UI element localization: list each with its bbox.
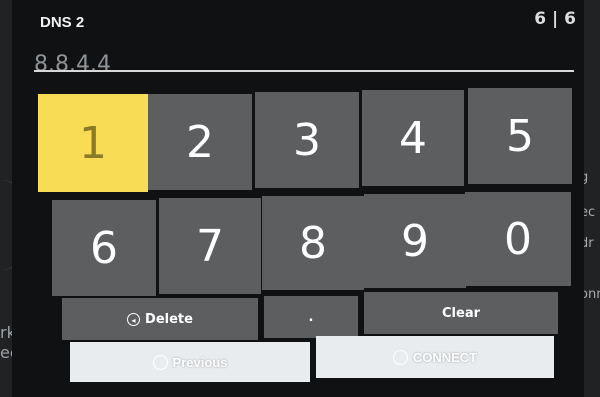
connect-icon xyxy=(392,349,408,365)
previous-label: Previous xyxy=(172,354,228,370)
delete-label: Delete xyxy=(145,311,193,327)
key-8[interactable]: 8 xyxy=(262,196,364,290)
key-1[interactable]: 1 xyxy=(38,94,148,192)
key-4[interactable]: 4 xyxy=(362,90,464,186)
key-5[interactable]: 5 xyxy=(468,88,572,184)
key-9[interactable]: 9 xyxy=(364,194,466,288)
previous-button[interactable]: Previous xyxy=(70,342,310,382)
key-dot[interactable]: . xyxy=(264,296,358,338)
key-3[interactable]: 3 xyxy=(255,92,359,188)
delete-icon: ◂ xyxy=(127,312,141,326)
connect-button[interactable]: CONNECT xyxy=(316,336,554,378)
connect-label: CONNECT xyxy=(412,349,478,365)
key-2[interactable]: 2 xyxy=(148,94,252,190)
key-0[interactable]: 0 xyxy=(465,192,571,286)
dns-entry-dialog: DNS 2 6 | 6 8.8.4.4 1 2 3 4 5 6 7 8 9 0 … xyxy=(12,0,584,397)
dialog-title: DNS 2 xyxy=(40,14,85,31)
input-underline xyxy=(34,70,574,72)
clear-button[interactable]: Clear xyxy=(364,292,558,334)
page-counter: 6 | 6 xyxy=(534,9,576,29)
screen: rk ected) g ec dr onn DNS 2 6 | 6 8.8.4.… xyxy=(0,0,600,397)
key-6[interactable]: 6 xyxy=(52,200,156,296)
previous-icon xyxy=(152,354,168,370)
delete-button[interactable]: ◂ Delete xyxy=(62,298,258,340)
dns-value-field[interactable]: 8.8.4.4 xyxy=(34,52,111,77)
key-7[interactable]: 7 xyxy=(159,198,261,294)
